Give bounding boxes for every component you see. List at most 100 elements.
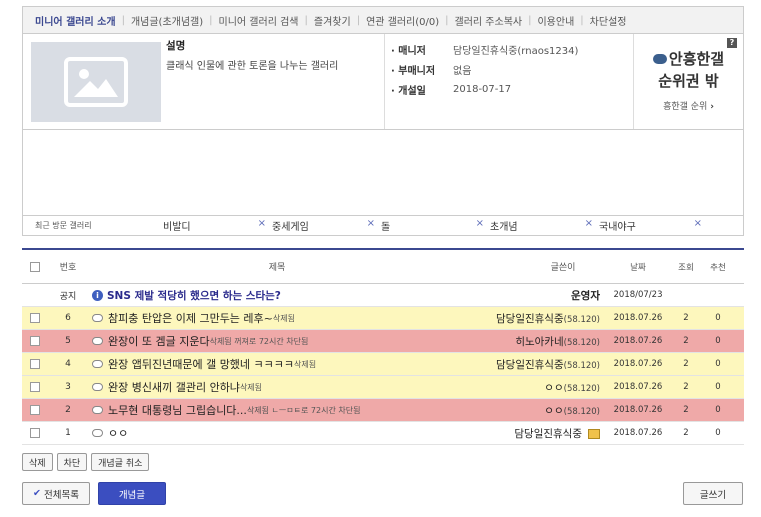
row-views: 2 bbox=[683, 382, 689, 392]
recent-item: 국내야구 × bbox=[599, 218, 702, 233]
close-icon[interactable]: × bbox=[476, 218, 484, 233]
row-views: 2 bbox=[683, 359, 689, 369]
table-row[interactable]: 6 참피충 탄압은 이제 그만두는 레후~ 삭제됨 담당일진휴식중(58.120)… bbox=[22, 307, 744, 330]
table-row[interactable]: 2 노무현 대통령님 그립습니다... 삭제됨 ㄴㅡㅁㅌ로 72시간 차단됨 ㅇㅇ… bbox=[22, 399, 744, 422]
tab-separator: | bbox=[580, 14, 584, 26]
gallery-description: 설명 클래식 인물에 관한 토론을 나누는 갤러리 bbox=[161, 34, 384, 129]
header-title: 제목 bbox=[268, 263, 286, 273]
comment-bubble-icon bbox=[92, 406, 103, 414]
submanager-label: 부매니저 bbox=[398, 65, 436, 77]
submanager-value: 없음 bbox=[453, 65, 472, 77]
post-table: 번호 제목 글쓴이 날짜 조회 추천 공지 i SNS 제발 적당히 했으면 하는… bbox=[22, 248, 744, 445]
recent-label: 최근 방문 갤러리 bbox=[35, 221, 92, 230]
admin-actions: 삭제 차단 개념글 취소 bbox=[22, 453, 150, 471]
row-no: 공지 bbox=[59, 291, 77, 302]
close-icon[interactable]: × bbox=[367, 218, 375, 233]
table-row[interactable]: 1 ㅇㅇ 담당일진휴식중 2018.07.26 2 0 bbox=[22, 422, 744, 445]
row-no: 1 bbox=[65, 428, 71, 438]
row-date: 2018.07.26 bbox=[613, 405, 663, 415]
row-no: 6 bbox=[65, 313, 71, 323]
tab-search[interactable]: 미니어 갤러리 검색 bbox=[219, 13, 299, 28]
gallery-info: 설명 클래식 인물에 관한 토론을 나누는 갤러리 · 매니저 담당일진휴식중(… bbox=[22, 34, 744, 130]
tab-separator: | bbox=[121, 14, 125, 26]
check-icon: ✔ bbox=[33, 488, 41, 499]
row-title[interactable]: 완장이 또 겜글 지운다 bbox=[108, 333, 210, 349]
table-row[interactable]: 4 완장 앱뒤진년때문에 갤 망했네 ㅋㅋㅋㅋ 삭제됨 담당일진휴식중(58.12… bbox=[22, 353, 744, 376]
tab-favorites[interactable]: 즐겨찾기 bbox=[314, 13, 351, 28]
row-checkbox[interactable] bbox=[30, 382, 40, 392]
row-writer[interactable]: 담당일진휴식중 bbox=[496, 313, 564, 325]
row-title[interactable]: 노무현 대통령님 그립습니다... bbox=[108, 402, 247, 418]
rank-link[interactable]: 흥한갤 순위 › bbox=[634, 99, 743, 112]
tab-separator: | bbox=[209, 14, 213, 26]
row-writer[interactable]: ㅇㅇ bbox=[544, 382, 563, 394]
row-checkbox[interactable] bbox=[30, 313, 40, 323]
write-button[interactable]: 글쓰기 bbox=[683, 482, 743, 505]
row-writer[interactable]: 담당일진휴식중 bbox=[514, 428, 582, 440]
all-list-button[interactable]: ✔ 전체목록 bbox=[22, 482, 90, 505]
select-all-checkbox[interactable] bbox=[30, 261, 40, 272]
row-date: 2018/07/23 bbox=[613, 290, 663, 300]
delete-button[interactable]: 삭제 bbox=[22, 453, 53, 471]
info-icon: i bbox=[92, 289, 103, 301]
row-writer[interactable]: 운영자 bbox=[571, 290, 600, 302]
notice-row[interactable]: 공지 i SNS 제발 적당히 했으면 하는 스타는? 운영자 2018/07/2… bbox=[22, 284, 744, 307]
list-actions: ✔ 전체목록 개념글 bbox=[22, 482, 166, 505]
header-views: 조회 bbox=[678, 262, 694, 273]
close-icon[interactable]: × bbox=[585, 218, 593, 233]
notice-title[interactable]: SNS 제발 적당히 했으면 하는 스타는? bbox=[107, 288, 281, 303]
row-title[interactable]: 참피충 탄압은 이제 그만두는 레후~ bbox=[108, 310, 273, 326]
row-date: 2018.07.26 bbox=[613, 336, 663, 346]
opened-value: 2018-07-17 bbox=[453, 83, 512, 95]
manager-label: 매니저 bbox=[398, 45, 426, 57]
row-date: 2018.07.26 bbox=[613, 428, 663, 438]
gallery-rank: ? 안흥한갤 순위권 밖 흥한갤 순위 › bbox=[633, 34, 743, 129]
manager-value[interactable]: 담당일진휴식중(rnaos1234) bbox=[453, 42, 578, 57]
close-icon[interactable]: × bbox=[258, 218, 266, 233]
tab-separator: | bbox=[528, 14, 532, 26]
rank-line-2: 순위권 밖 bbox=[658, 72, 719, 90]
row-title[interactable]: ㅇㅇ bbox=[108, 425, 128, 441]
row-checkbox[interactable] bbox=[30, 428, 40, 438]
concept-button[interactable]: 개념글 bbox=[97, 482, 166, 505]
row-no: 5 bbox=[65, 336, 71, 346]
opened-row: · 개설일 2018-07-17 bbox=[391, 83, 512, 97]
row-writer[interactable]: 담당일진휴식중 bbox=[496, 359, 564, 371]
table-row[interactable]: 3 완장 병신새끼 갤관리 안하냐 삭제됨 ㅇㅇ(58.120) 2018.07.… bbox=[22, 376, 744, 399]
chevron-right-icon: › bbox=[710, 102, 714, 112]
row-checkbox[interactable] bbox=[30, 359, 40, 369]
row-tag: 삭제됨 꺼져로 72시간 차단됨 bbox=[209, 336, 309, 346]
row-writer[interactable]: 히노아카네 bbox=[515, 336, 563, 348]
row-recommend: 0 bbox=[715, 359, 721, 369]
row-checkbox[interactable] bbox=[30, 405, 40, 415]
tab-block-settings[interactable]: 차단설정 bbox=[590, 13, 627, 28]
row-title[interactable]: 완장 앱뒤진년때문에 갤 망했네 ㅋㅋㅋㅋ bbox=[108, 356, 294, 372]
row-recommend: 0 bbox=[715, 428, 721, 438]
help-icon[interactable]: ? bbox=[727, 38, 737, 48]
description-text: 클래식 인물에 관한 토론을 나누는 갤러리 bbox=[166, 61, 339, 72]
table-row[interactable]: 5 완장이 또 겜글 지운다 삭제됨 꺼져로 72시간 차단됨 히노아카네(58.… bbox=[22, 330, 744, 353]
manager-row: · 매니저 담당일진휴식중(rnaos1234) bbox=[391, 39, 633, 59]
tab-copy-address[interactable]: 갤러리 주소복사 bbox=[455, 13, 523, 28]
row-title[interactable]: 완장 병신새끼 갤관리 안하냐 bbox=[108, 379, 240, 395]
header-no: 번호 bbox=[59, 263, 77, 273]
tab-separator: | bbox=[445, 14, 449, 26]
row-views: 2 bbox=[683, 405, 689, 415]
comment-bubble-icon bbox=[92, 429, 103, 437]
tab-concept[interactable]: 개념글(초개념갤) bbox=[131, 13, 203, 28]
close-icon[interactable]: × bbox=[694, 218, 702, 233]
block-button[interactable]: 차단 bbox=[56, 453, 88, 471]
row-date: 2018.07.26 bbox=[613, 382, 663, 392]
tab-guide[interactable]: 이용안내 bbox=[537, 13, 574, 28]
row-checkbox[interactable] bbox=[30, 336, 40, 346]
gallery-meta: · 매니저 담당일진휴식중(rnaos1234) · 부매니저 없음 · 개설일… bbox=[384, 34, 633, 129]
gallery-thumbnail bbox=[31, 42, 161, 122]
recent-item: 초개념 × bbox=[490, 218, 593, 233]
row-date: 2018.07.26 bbox=[613, 313, 663, 323]
tab-related[interactable]: 연관 갤러리(0/0) bbox=[366, 13, 439, 28]
gallery-tabs: 미니어 갤러리 소개 | 개념글(초개념갤) | 미니어 갤러리 검색 | 즐겨… bbox=[22, 6, 744, 34]
row-writer[interactable]: ㅇㅇ bbox=[544, 405, 563, 417]
tab-intro[interactable]: 미니어 갤러리 소개 bbox=[35, 13, 116, 28]
cancel-concept-button[interactable]: 개념글 취소 bbox=[91, 453, 150, 471]
opened-label: 개설일 bbox=[398, 85, 426, 97]
